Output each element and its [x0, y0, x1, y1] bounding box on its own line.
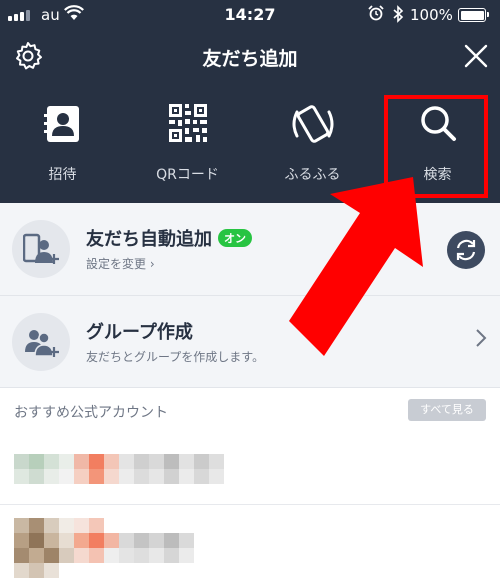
chevron-right-icon: ›: [149, 257, 155, 271]
group-subtitle: 友だちとグループを作成します。: [86, 350, 265, 364]
phone-person-icon: [23, 233, 59, 264]
shake-button[interactable]: ふるふる: [250, 92, 375, 202]
action-label: ふるふる: [284, 167, 341, 183]
refresh-icon: [456, 239, 476, 261]
close-icon[interactable]: [462, 42, 490, 70]
nav-bar: 友だち追加: [0, 32, 500, 84]
alarm-icon: [368, 5, 384, 21]
shake-phone-icon: [292, 105, 333, 143]
page-title: 友だち追加: [202, 48, 298, 70]
auto-add-avatar: [12, 220, 70, 278]
on-badge: オン: [218, 229, 252, 247]
recommended-accounts: おすすめ公式アカウント すべて見る: [0, 388, 500, 581]
group-avatar: [12, 313, 70, 371]
bluetooth-icon: [393, 5, 404, 23]
divider: [0, 504, 500, 505]
auto-add-row[interactable]: 友だち自動追加 オン 設定を変更 ›: [0, 203, 500, 296]
chevron-right-icon: [476, 329, 487, 347]
qr-code-button[interactable]: QRコード: [125, 92, 250, 202]
auto-add-title: 友だち自動追加 オン: [86, 225, 252, 251]
action-label: QRコード: [156, 167, 219, 183]
group-title: グループ作成: [86, 322, 193, 343]
battery-icon: [458, 8, 489, 22]
qr-code-icon: [168, 104, 207, 142]
action-label: 招待: [48, 167, 77, 183]
group-icon: [25, 330, 59, 357]
auto-add-settings-link[interactable]: 設定を変更 ›: [86, 255, 155, 272]
battery-percent: 100%: [410, 6, 453, 24]
see-all-button[interactable]: すべて見る: [408, 399, 486, 421]
contact-book-icon: [43, 106, 79, 142]
list-item[interactable]: [14, 518, 204, 578]
highlight-box: [384, 95, 488, 198]
sync-button[interactable]: [447, 231, 485, 269]
status-bar: au 14:27 100%: [0, 0, 500, 32]
invite-button[interactable]: 招待: [0, 92, 125, 202]
list-item[interactable]: [14, 452, 224, 486]
create-group-row[interactable]: グループ作成 友だちとグループを作成します。: [0, 296, 500, 388]
section-header: おすすめ公式アカウント: [14, 405, 168, 421]
